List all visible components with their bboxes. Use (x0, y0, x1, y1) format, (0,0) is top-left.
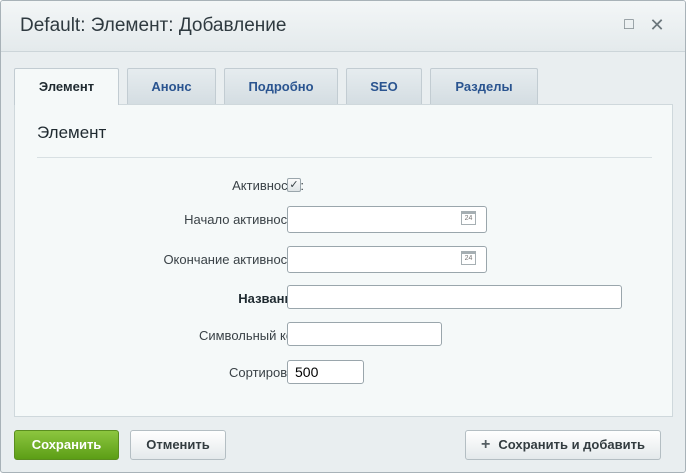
code-input[interactable] (287, 322, 442, 346)
active-from-input[interactable] (287, 206, 487, 233)
tab-sections[interactable]: Разделы (430, 68, 538, 104)
active-to-input[interactable] (287, 246, 487, 273)
dialog-window: Default: Элемент: Добавление □ ✕ Элемент… (0, 0, 686, 473)
save-and-add-button[interactable]: + Сохранить и добавить (465, 430, 661, 460)
active-checkbox[interactable]: ✓ (287, 178, 301, 192)
save-button[interactable]: Сохранить (14, 430, 119, 460)
title-bar[interactable]: Default: Элемент: Добавление □ ✕ (1, 1, 685, 52)
save-and-add-label: Сохранить и добавить (498, 437, 645, 452)
dialog-title: Default: Элемент: Добавление (20, 15, 287, 36)
tab-detail[interactable]: Подробно (224, 68, 338, 104)
section-divider (37, 157, 652, 158)
section-title: Элемент (37, 123, 107, 142)
close-icon[interactable]: ✕ (649, 16, 665, 34)
maximize-icon[interactable]: □ (621, 17, 637, 33)
tab-seo[interactable]: SEO (346, 68, 422, 104)
plus-icon: + (481, 436, 491, 453)
cancel-button[interactable]: Отменить (130, 430, 226, 460)
name-input[interactable] (287, 285, 622, 309)
sort-input[interactable]: 500 (287, 360, 364, 384)
check-icon: ✓ (289, 179, 299, 191)
active-to-label: Окончание активности: (163, 252, 304, 267)
tab-announce[interactable]: Анонс (127, 68, 216, 104)
tab-element[interactable]: Элемент (14, 68, 119, 105)
calendar-icon[interactable]: 24 (461, 211, 476, 225)
calendar-icon[interactable]: 24 (461, 251, 476, 265)
